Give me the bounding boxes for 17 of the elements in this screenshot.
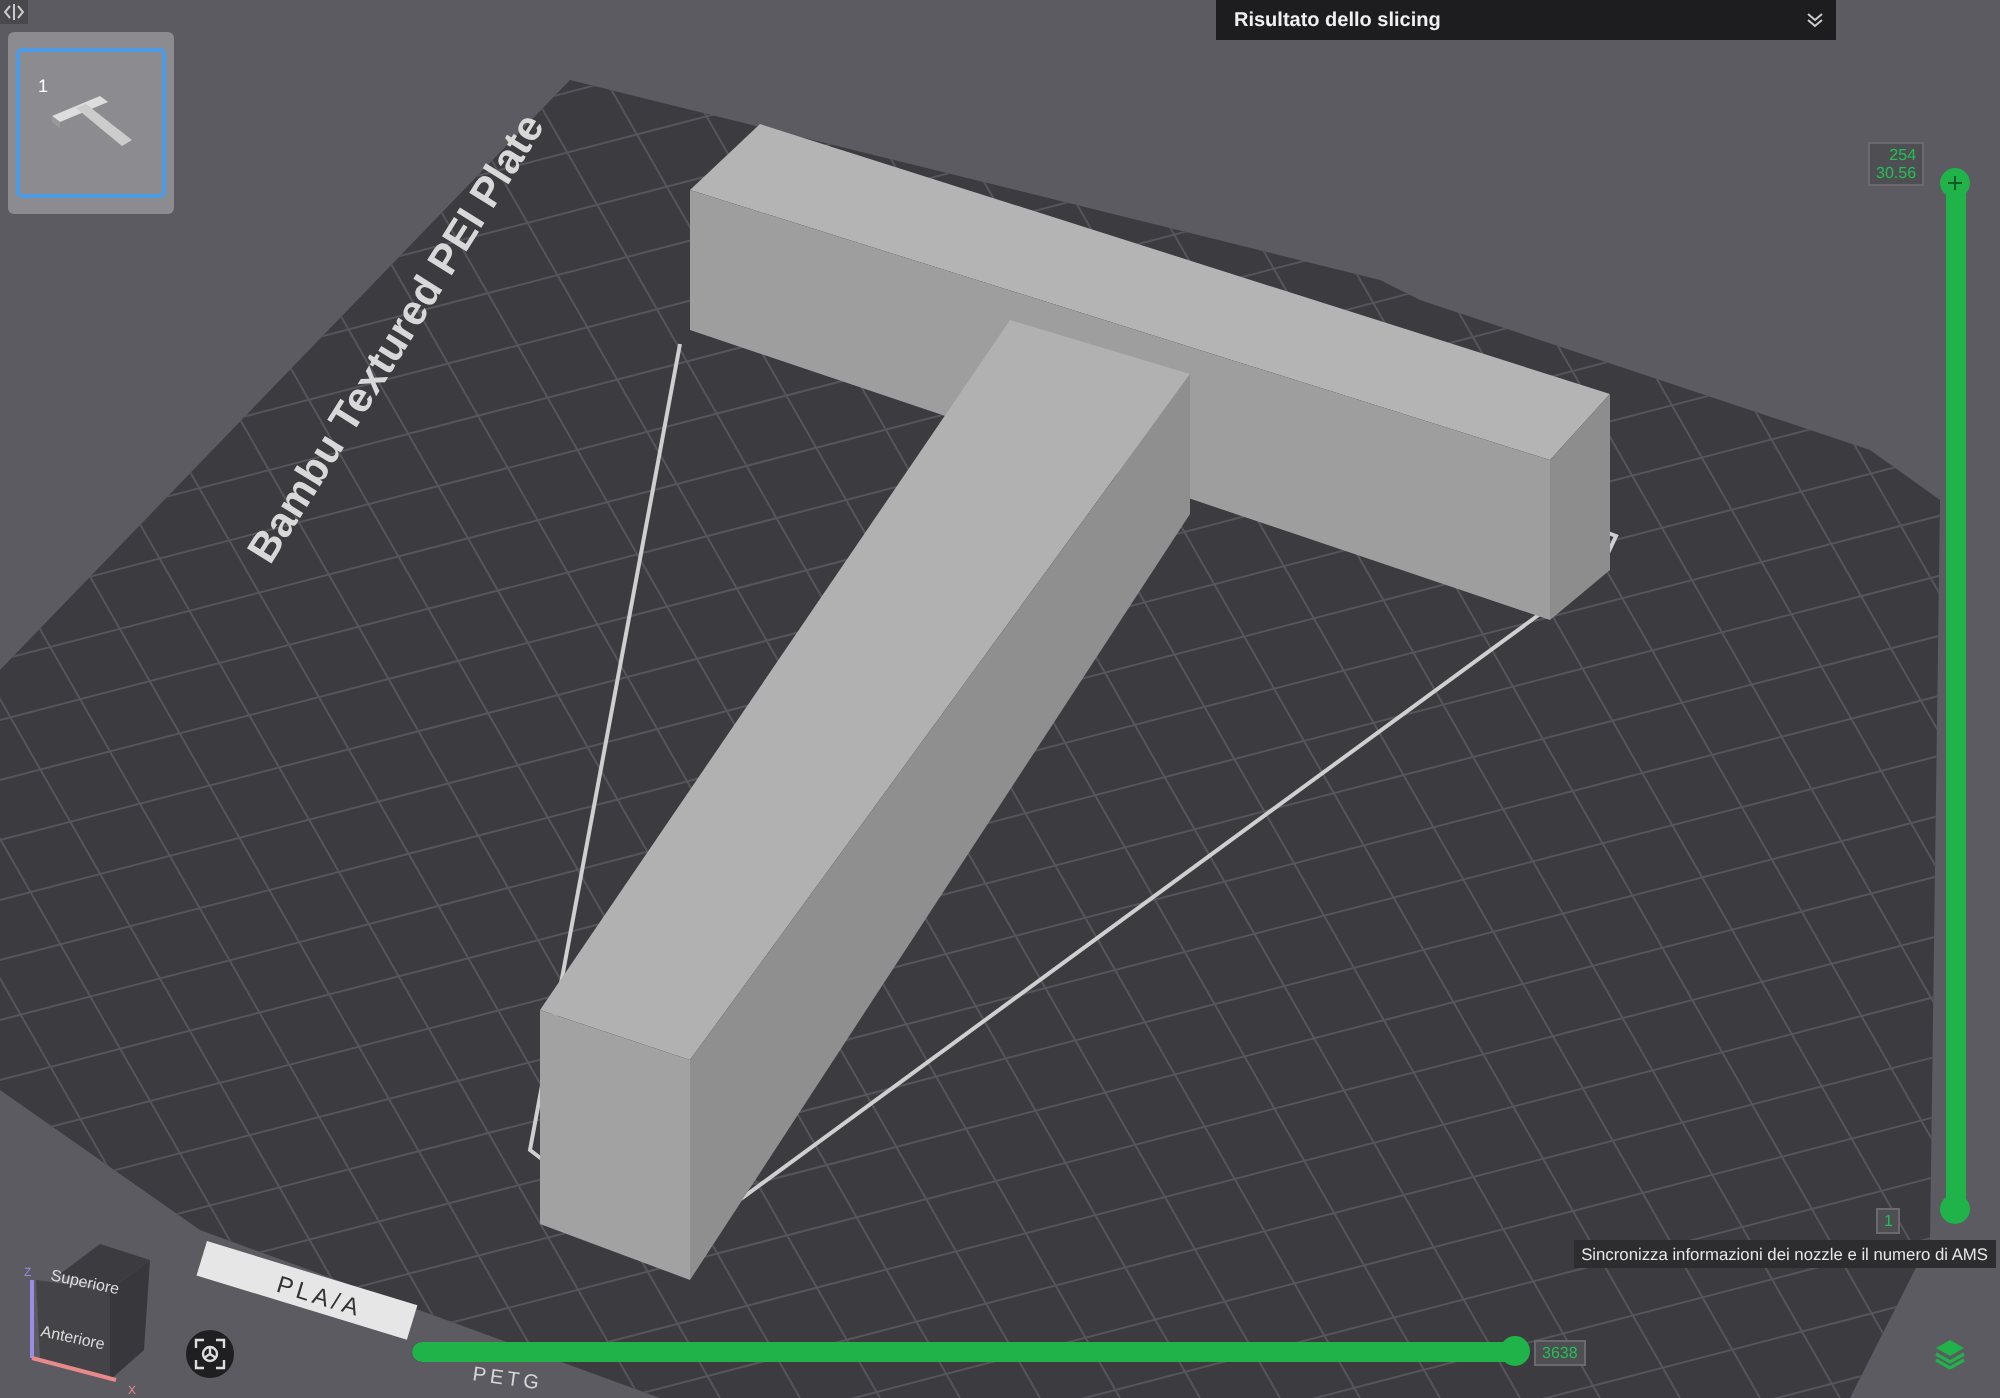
expand-icon[interactable]: [1806, 12, 1824, 28]
layer-slider[interactable]: [1938, 168, 1974, 1224]
plate-thumbnail[interactable]: 1: [8, 32, 174, 214]
plate-material-text: PETG: [471, 1364, 544, 1396]
camera-button[interactable]: [186, 1330, 234, 1378]
bottom-layer-number: 1: [1884, 1212, 1893, 1230]
top-slider-handle[interactable]: [1940, 168, 1970, 198]
plate-number: 1: [38, 76, 49, 96]
layers-icon[interactable]: [1932, 1336, 1968, 1372]
plate-tag: PLA/A: [196, 1241, 418, 1340]
panel-title: Risultato dello slicing: [1234, 9, 1441, 31]
bottom-slider-handle[interactable]: [1940, 1194, 1970, 1224]
top-layer-height: 30.56: [1876, 164, 1917, 182]
panel-toggle-icon[interactable]: [0, 0, 28, 24]
top-layer-number: 254: [1887, 146, 1917, 164]
move-value: 3638: [1542, 1344, 1578, 1362]
tooltip: Sincronizza informazioni dei nozzle e il numero di AMS: [1573, 1240, 1996, 1268]
